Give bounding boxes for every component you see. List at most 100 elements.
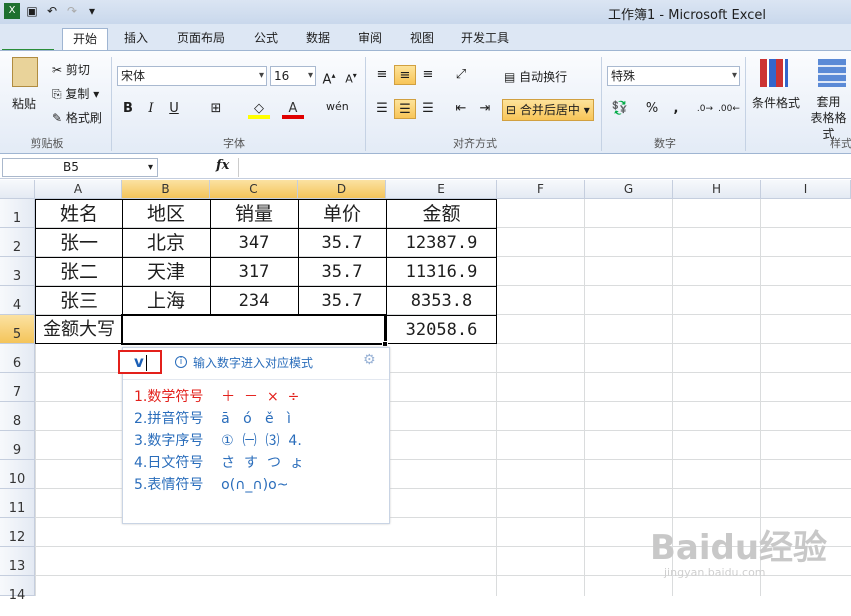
font-color-icon[interactable]: A xyxy=(282,99,304,119)
comma-icon[interactable]: , xyxy=(665,99,687,119)
row-header-3[interactable]: 3 xyxy=(0,257,35,286)
shrink-font-icon[interactable]: A▾ xyxy=(340,66,362,86)
column-header-c[interactable]: C xyxy=(210,180,298,199)
ime-settings-gear-icon[interactable]: ⚙ xyxy=(363,352,376,368)
cell-e5[interactable]: 32058.6 xyxy=(386,316,497,344)
cell-e2[interactable]: 12387.9 xyxy=(386,229,497,257)
wrap-text-button[interactable]: ▤ 自动换行 xyxy=(504,68,567,85)
cell-a5[interactable]: 金额大写 xyxy=(36,316,122,344)
ime-item-3[interactable]: 3.数字序号 ① ㈠ ⑶ 4. xyxy=(134,430,302,450)
row-header-12[interactable]: 12 xyxy=(0,518,35,547)
cell-e3[interactable]: 11316.9 xyxy=(386,258,497,286)
ime-item-4[interactable]: 4.日文符号 さ す つ ょ xyxy=(134,452,304,472)
column-header-h[interactable]: H xyxy=(673,180,761,199)
align-top-icon[interactable]: ≡ xyxy=(371,65,393,85)
align-middle-icon[interactable]: ≡ xyxy=(394,65,416,85)
redo-icon[interactable]: ↷ xyxy=(64,3,80,19)
format-painter-button[interactable]: ✎ 格式刷 xyxy=(52,109,102,126)
row-header-13[interactable]: 13 xyxy=(0,547,35,576)
cell-d3[interactable]: 35.7 xyxy=(298,258,386,286)
cell-d2[interactable]: 35.7 xyxy=(298,229,386,257)
cell-c2[interactable]: 347 xyxy=(210,229,298,257)
name-box[interactable]: B5 xyxy=(2,158,158,177)
phonetic-icon[interactable]: wén xyxy=(326,97,349,117)
grow-font-icon[interactable]: A▴ xyxy=(318,66,340,87)
percent-icon[interactable]: % xyxy=(641,99,663,119)
tab-data[interactable]: 数据 xyxy=(298,28,338,51)
undo-icon[interactable]: ↶ xyxy=(44,3,60,19)
row-header-5[interactable]: 5 xyxy=(0,315,35,344)
row-header-2[interactable]: 2 xyxy=(0,228,35,257)
column-header-e[interactable]: E xyxy=(386,180,497,199)
align-right-icon[interactable]: ☰ xyxy=(417,99,439,119)
cell-c3[interactable]: 317 xyxy=(210,258,298,286)
align-center-icon[interactable]: ☰ xyxy=(394,99,416,119)
cell-b5-merged-selected[interactable] xyxy=(121,314,386,345)
column-header-b[interactable]: B xyxy=(122,180,210,199)
format-table-icon[interactable] xyxy=(818,59,846,87)
orientation-icon[interactable]: ⤢ xyxy=(450,65,472,85)
insert-function-icon[interactable]: fx xyxy=(216,158,229,173)
select-all-corner[interactable] xyxy=(0,180,35,199)
increase-indent-icon[interactable]: ⇥ xyxy=(474,99,496,119)
cut-button[interactable]: ✂ 剪切 xyxy=(52,61,90,78)
row-header-14[interactable]: 14 xyxy=(0,576,35,603)
increase-decimal-icon[interactable]: .0→ xyxy=(694,99,716,119)
number-format-combo[interactable]: 特殊 xyxy=(607,66,740,86)
cell-d4[interactable]: 35.7 xyxy=(298,287,386,315)
column-header-a[interactable]: A xyxy=(35,180,122,199)
row-header-9[interactable]: 9 xyxy=(0,431,35,460)
column-header-f[interactable]: F xyxy=(497,180,585,199)
paste-icon[interactable] xyxy=(12,57,38,87)
currency-icon[interactable]: 💱 xyxy=(609,99,631,119)
decrease-decimal-icon[interactable]: .00← xyxy=(718,99,740,119)
ime-item-2[interactable]: 2.拼音符号 ā ó ě ì xyxy=(134,408,291,428)
cell-d1[interactable]: 单价 xyxy=(298,200,386,228)
cell-e4[interactable]: 8353.8 xyxy=(386,287,497,315)
cell-b4[interactable]: 上海 xyxy=(122,287,210,315)
row-header-6[interactable]: 6 xyxy=(0,344,35,373)
row-header-10[interactable]: 10 xyxy=(0,460,35,489)
tab-developer[interactable]: 开发工具 xyxy=(452,28,518,51)
column-header-d[interactable]: D xyxy=(298,180,386,199)
tab-page-layout[interactable]: 页面布局 xyxy=(170,28,232,51)
customize-qat-icon[interactable]: ▾ xyxy=(84,3,100,19)
border-icon[interactable]: ⊞ xyxy=(205,99,227,119)
save-icon[interactable]: ▣ xyxy=(24,3,40,19)
bold-icon[interactable]: B xyxy=(117,99,139,119)
cell-a2[interactable]: 张一 xyxy=(36,229,122,257)
row-header-11[interactable]: 11 xyxy=(0,489,35,518)
tab-review[interactable]: 审阅 xyxy=(350,28,390,51)
cell-b3[interactable]: 天津 xyxy=(122,258,210,286)
tab-home[interactable]: 开始 xyxy=(62,28,108,51)
column-header-g[interactable]: G xyxy=(585,180,673,199)
cell-a4[interactable]: 张三 xyxy=(36,287,122,315)
cell-b1[interactable]: 地区 xyxy=(122,200,210,228)
ime-item-5[interactable]: 5.表情符号 o(∩_∩)o~ xyxy=(134,474,288,494)
tab-insert[interactable]: 插入 xyxy=(116,28,156,51)
cell-a3[interactable]: 张二 xyxy=(36,258,122,286)
cell-c1[interactable]: 销量 xyxy=(210,200,298,228)
align-left-icon[interactable]: ☰ xyxy=(371,99,393,119)
ime-input-box[interactable]: v xyxy=(118,350,162,374)
italic-icon[interactable]: I xyxy=(140,99,162,119)
row-header-8[interactable]: 8 xyxy=(0,402,35,431)
underline-icon[interactable]: U xyxy=(163,99,185,119)
tab-view[interactable]: 视图 xyxy=(402,28,442,51)
ime-item-1[interactable]: 1.数学符号 ＋ － × ÷ xyxy=(134,386,299,406)
merge-center-button[interactable]: ⊟ 合并后居中 ▾ xyxy=(502,99,594,121)
font-size-combo[interactable]: 16 xyxy=(270,66,316,86)
row-header-7[interactable]: 7 xyxy=(0,373,35,402)
cell-e1[interactable]: 金额 xyxy=(386,200,497,228)
fill-color-icon[interactable]: ◇ xyxy=(248,99,270,119)
paste-button[interactable]: 粘贴 xyxy=(12,95,36,112)
row-header-1[interactable]: 1 xyxy=(0,199,35,228)
font-name-combo[interactable]: 宋体 xyxy=(117,66,267,86)
decrease-indent-icon[interactable]: ⇤ xyxy=(450,99,472,119)
tab-formulas[interactable]: 公式 xyxy=(246,28,286,51)
conditional-format-icon[interactable] xyxy=(760,59,788,87)
copy-button[interactable]: ⎘ 复制 ▾ xyxy=(52,85,99,102)
cell-c4[interactable]: 234 xyxy=(210,287,298,315)
cell-a1[interactable]: 姓名 xyxy=(36,200,122,228)
formula-input[interactable] xyxy=(238,158,851,177)
